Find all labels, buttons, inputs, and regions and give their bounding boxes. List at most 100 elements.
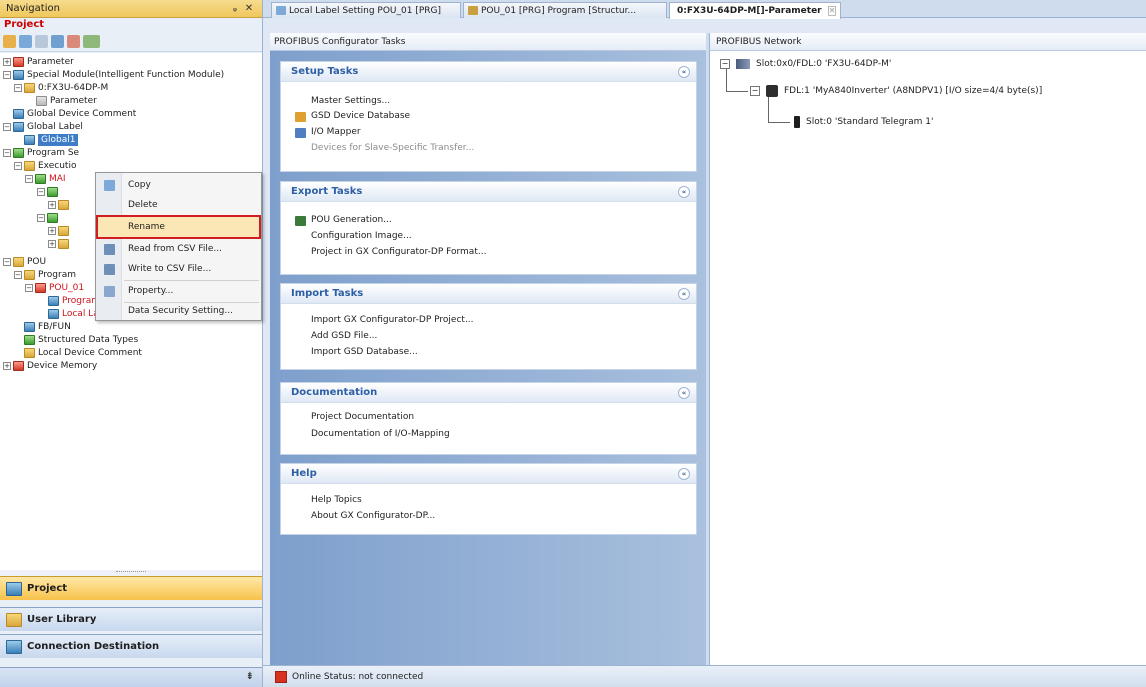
collapse-icon[interactable]: − — [25, 284, 33, 292]
tree-node-global1[interactable]: Global1 — [24, 134, 79, 146]
tree-node-sub-4[interactable]: + — [48, 225, 72, 237]
task-configuration-image[interactable]: Configuration Image... — [311, 230, 412, 243]
tree-node-global-label[interactable]: − Global Label — [3, 121, 83, 133]
task-help-topics[interactable]: Help Topics — [311, 494, 362, 507]
task-about-gx-configurator[interactable]: About GX Configurator-DP... — [311, 510, 435, 523]
task-import-gsd-database[interactable]: Import GSD Database... — [311, 346, 418, 359]
menu-item-rename[interactable]: Rename — [96, 215, 261, 239]
tree-node-special-module[interactable]: − Special Module(Intelligent Function Mo… — [3, 69, 224, 81]
expand-icon[interactable]: + — [3, 58, 11, 66]
tree-node-module-parameter[interactable]: Parameter — [36, 95, 97, 107]
configure-icon[interactable]: ⇟ — [246, 671, 254, 682]
tab-label: POU_01 [PRG] Program [Structur... — [481, 5, 637, 16]
collapse-icon[interactable]: − — [3, 149, 11, 157]
tree-node-sub-2[interactable]: + — [48, 199, 72, 211]
tree-node-pou-01[interactable]: − POU_01 — [25, 282, 84, 294]
task-master-settings[interactable]: Master Settings... — [311, 95, 390, 108]
task-pou-generation[interactable]: POU Generation... — [295, 214, 392, 227]
expand-icon[interactable]: + — [48, 240, 56, 248]
task-io-mapper[interactable]: I/O Mapper — [295, 126, 361, 139]
delete-icon[interactable] — [67, 35, 80, 48]
tree-node-pou[interactable]: − POU — [3, 256, 46, 268]
tree-node-device-memory[interactable]: + Device Memory — [3, 360, 97, 372]
close-tab-icon[interactable]: ✕ — [827, 6, 837, 16]
tree-node-pou-program[interactable]: Program — [48, 295, 100, 307]
collapse-icon[interactable]: − — [14, 84, 22, 92]
task-project-gx-format[interactable]: Project in GX Configurator-DP Format... — [311, 246, 486, 259]
collapse-icon[interactable]: − — [37, 188, 45, 196]
collapse-icon[interactable]: − — [37, 214, 45, 222]
tab-local-label-setting[interactable]: Local Label Setting POU_01 [PRG] — [271, 2, 461, 18]
tree-node-main[interactable]: − MAI — [25, 173, 66, 185]
copy-icon[interactable] — [35, 35, 48, 48]
network-node-slot[interactable]: Slot:0 'Standard Telegram 1' — [794, 116, 933, 128]
close-icon[interactable]: ✕ — [242, 3, 256, 14]
new-item-icon[interactable] — [3, 35, 16, 48]
menu-item-read-csv[interactable]: Read from CSV File... — [96, 239, 261, 259]
nav-button-project[interactable]: Project — [0, 576, 262, 600]
tree-node-sub-3[interactable]: − — [37, 212, 61, 224]
tree-node-local-device-comment[interactable]: Local Device Comment — [24, 347, 142, 359]
menu-item-write-csv[interactable]: Write to CSV File... — [96, 259, 261, 279]
group-header[interactable]: Setup Tasks « — [281, 62, 696, 82]
collapse-chevron-icon[interactable]: « — [678, 287, 690, 300]
expand-icon[interactable]: + — [48, 227, 56, 235]
network-node-master[interactable]: − Slot:0x0/FDL:0 'FX3U-64DP-M' — [720, 59, 891, 69]
collapse-icon[interactable]: − — [3, 258, 11, 266]
menu-item-data-security-setting[interactable]: Data Security Setting... — [96, 301, 261, 321]
network-node-inverter[interactable]: − FDL:1 'MyA840Inverter' (A8NDPV1) [I/O … — [750, 85, 1042, 97]
tree-node-structured-data-types[interactable]: Structured Data Types — [24, 334, 138, 346]
collapse-chevron-icon[interactable]: « — [678, 467, 690, 480]
splitter-grip[interactable] — [116, 571, 146, 575]
collapse-chevron-icon[interactable]: « — [678, 185, 690, 198]
tree-node-execution[interactable]: − Executio — [14, 160, 76, 172]
paste-icon[interactable] — [51, 35, 64, 48]
tree-node-label: 0:FX3U-64DP-M — [38, 83, 109, 93]
collapse-chevron-icon[interactable]: « — [678, 386, 690, 399]
collapse-icon[interactable]: − — [25, 175, 33, 183]
tree-node-program-setting[interactable]: − Program Se — [3, 147, 79, 159]
collapse-icon[interactable]: − — [750, 86, 760, 96]
menu-item-copy[interactable]: Copy — [96, 175, 261, 195]
group-header[interactable]: Help « — [281, 464, 696, 484]
group-header[interactable]: Export Tasks « — [281, 182, 696, 202]
tree-node-sub-5[interactable]: + — [48, 238, 72, 250]
collapse-chevron-icon[interactable]: « — [678, 65, 690, 78]
menu-item-delete[interactable]: Delete — [96, 195, 261, 215]
tree-node-fb-fun[interactable]: FB/FUN — [24, 321, 71, 333]
menu-item-property[interactable]: Property... — [96, 281, 261, 301]
pin-icon[interactable]: ᵩ — [228, 3, 242, 14]
group-header[interactable]: Documentation « — [281, 383, 696, 403]
task-import-gx-project[interactable]: Import GX Configurator-DP Project... — [311, 314, 474, 327]
menu-item-label: Rename — [128, 222, 165, 232]
collapse-icon[interactable]: − — [14, 162, 22, 170]
task-add-gsd-file[interactable]: Add GSD File... — [311, 330, 377, 343]
nav-configure-button[interactable]: ⇟ — [0, 667, 262, 687]
expand-icon[interactable]: + — [3, 362, 11, 370]
collapse-icon[interactable]: − — [3, 123, 11, 131]
tree-node-program-folder[interactable]: − Program — [14, 269, 76, 281]
collapse-icon[interactable]: − — [720, 59, 730, 69]
group-header[interactable]: Import Tasks « — [281, 284, 696, 304]
open-icon[interactable] — [19, 35, 32, 48]
tree-node-label: POU_01 — [49, 283, 85, 293]
tree-node-sub-1[interactable]: − — [37, 186, 61, 198]
collapse-icon[interactable]: − — [3, 71, 11, 79]
tree-node-global-device-comment[interactable]: Global Device Comment — [13, 108, 136, 120]
tab-pou01-program[interactable]: POU_01 [PRG] Program [Structur... — [463, 2, 667, 18]
tree-node-parameter[interactable]: + Parameter — [3, 56, 74, 68]
expand-icon[interactable]: + — [48, 201, 56, 209]
collapse-icon[interactable]: − — [14, 271, 22, 279]
menu-item-label: Write to CSV File... — [128, 264, 212, 274]
tree-node-fx3u-64dp-m[interactable]: − 0:FX3U-64DP-M — [14, 82, 108, 94]
tab-fx3u-parameter[interactable]: 0:FX3U-64DP-M[]-Parameter ✕ — [669, 2, 841, 19]
task-io-mapping-documentation[interactable]: Documentation of I/O-Mapping — [311, 428, 450, 441]
nav-button-connection-destination[interactable]: Connection Destination — [0, 634, 262, 658]
struct-icon — [24, 335, 35, 345]
task-project-documentation[interactable]: Project Documentation — [311, 411, 414, 424]
nav-button-user-library[interactable]: User Library — [0, 607, 262, 631]
group-import-tasks: Import Tasks « Import GX Configurator-DP… — [280, 283, 697, 370]
filter-icon[interactable] — [83, 35, 100, 48]
menu-item-label: Delete — [128, 200, 158, 210]
task-gsd-device-database[interactable]: GSD Device Database — [295, 110, 410, 123]
